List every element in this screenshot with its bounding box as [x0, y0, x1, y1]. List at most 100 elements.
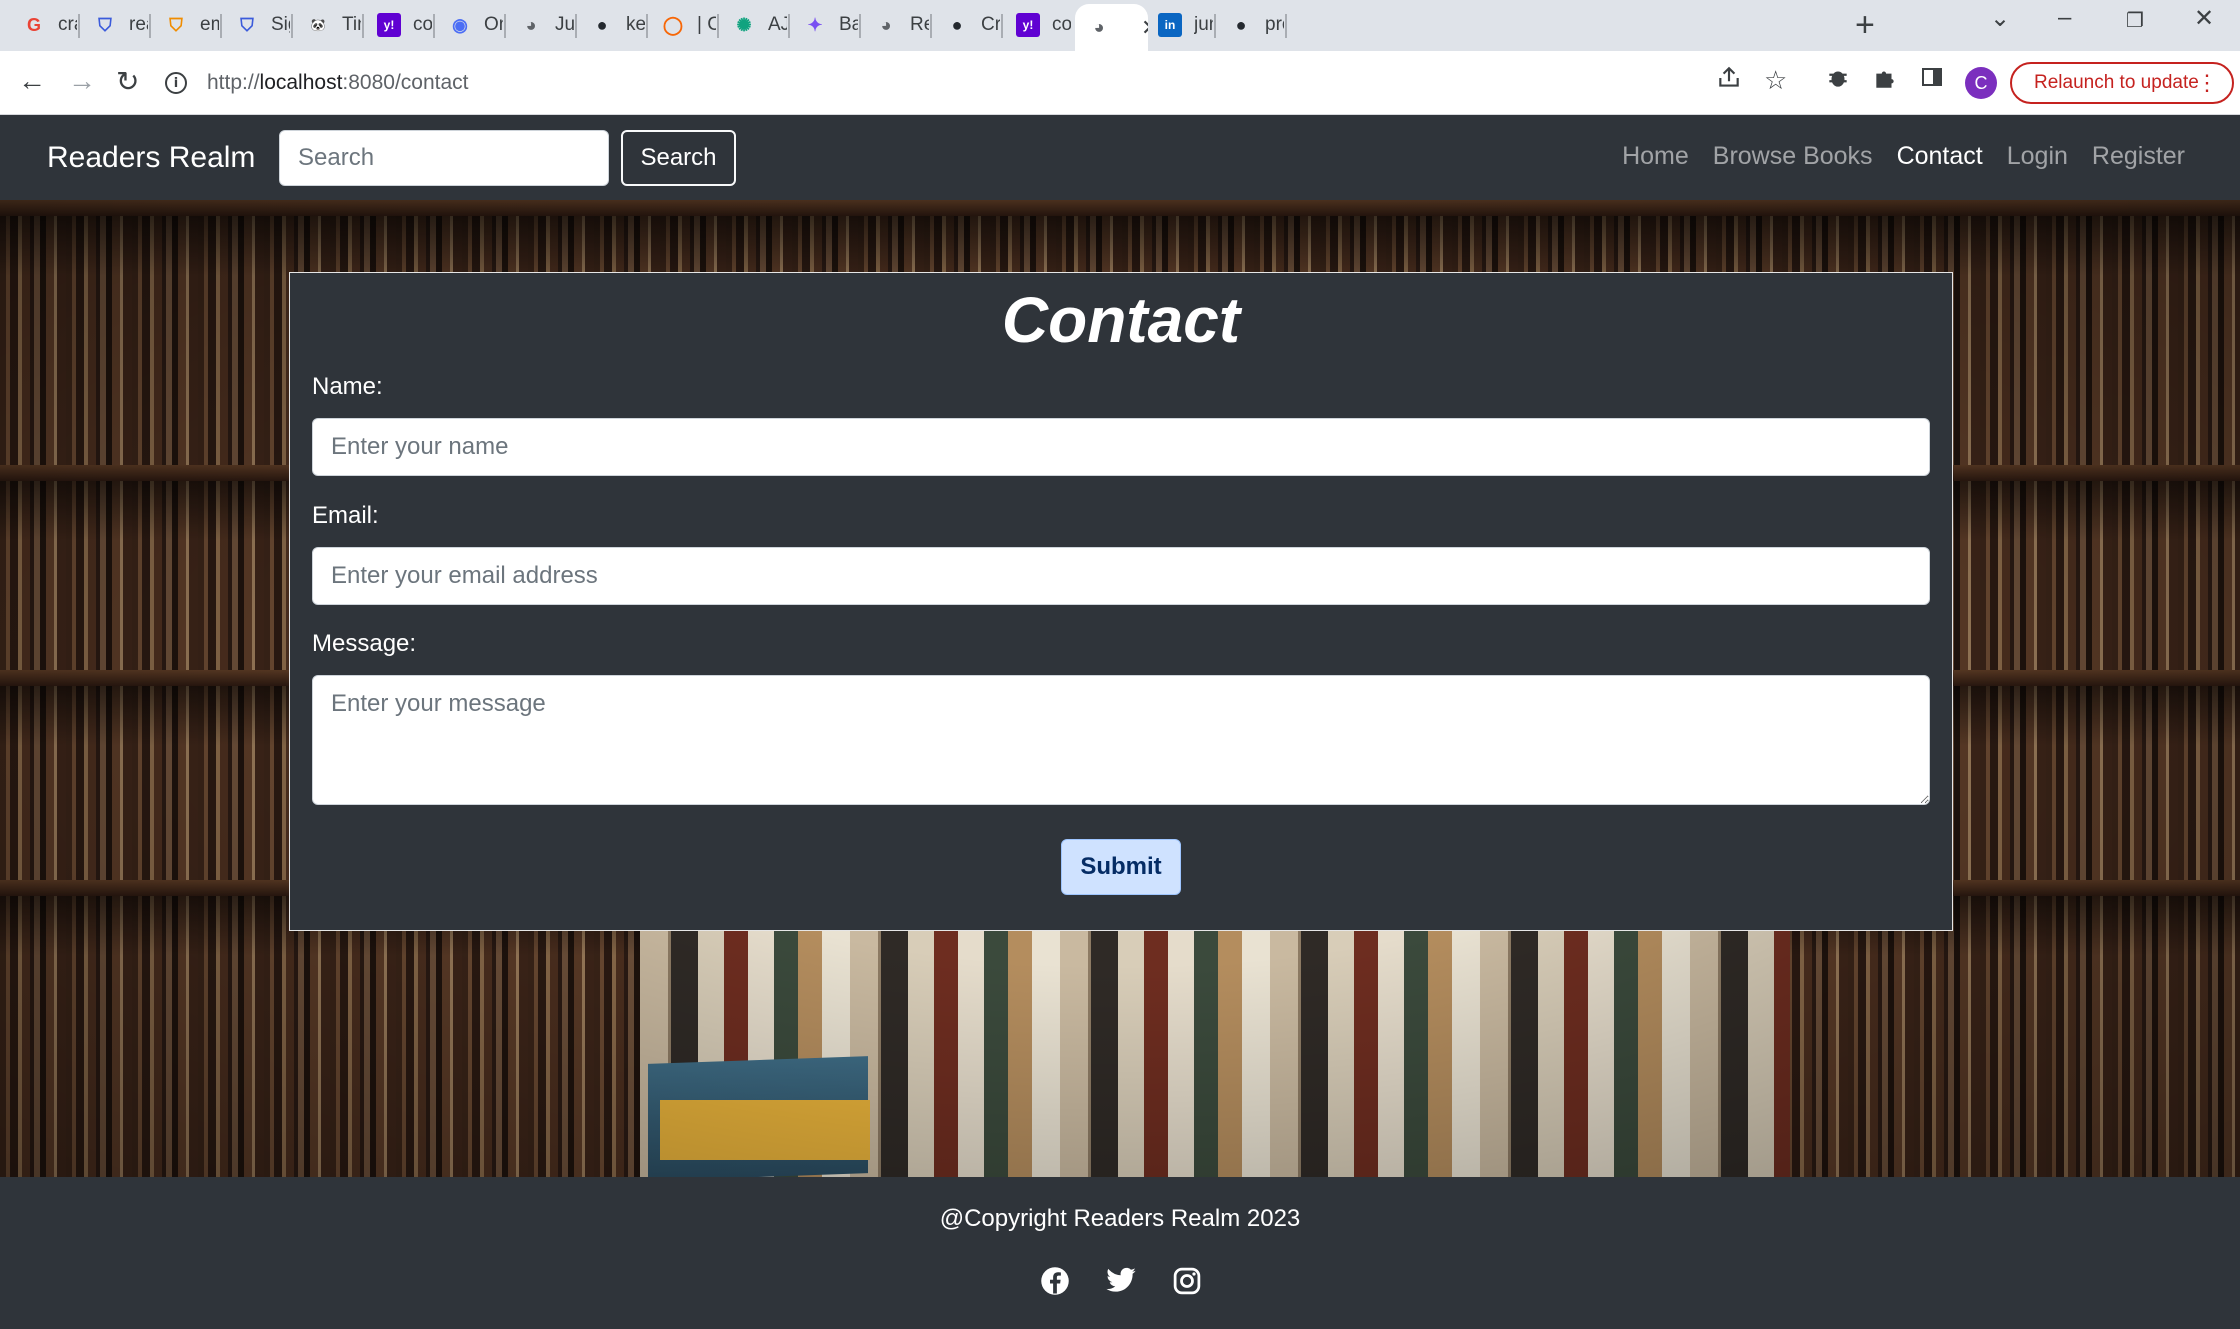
browser-tab[interactable]: ● kera: [578, 7, 645, 43]
circle-arrow-icon: ◉: [452, 14, 468, 35]
browser-tab[interactable]: ◯ | Cod: [649, 7, 716, 43]
profile-avatar[interactable]: C: [1965, 67, 1997, 99]
relaunch-button[interactable]: Relaunch to update ⋮: [2010, 62, 2234, 104]
linkedin-icon: in: [1158, 13, 1182, 37]
side-panel-icon[interactable]: [1920, 65, 1944, 96]
browser-tab[interactable]: ● Craig: [933, 7, 1000, 43]
browser-tab[interactable]: y! codir: [1004, 7, 1071, 43]
tab-title: AJAX: [768, 14, 787, 35]
tab-search-chevron-icon[interactable]: ⌄: [1990, 4, 2010, 33]
browser-tab[interactable]: y! conv: [365, 7, 432, 43]
sparkle-icon: ✦: [807, 14, 823, 35]
close-window-button[interactable]: ✕: [2194, 4, 2214, 33]
browser-tab[interactable]: ✺ AJAX: [720, 7, 787, 43]
github-icon: ●: [1235, 14, 1247, 35]
tab-separator: [433, 14, 435, 38]
social-links: [1039, 1265, 1203, 1297]
browser-tab[interactable]: ◕ Read: [862, 7, 929, 43]
nav-link-browse-books[interactable]: Browse Books: [1713, 142, 1873, 171]
restore-button[interactable]: ❐: [2126, 8, 2144, 33]
nav-link-contact[interactable]: Contact: [1897, 142, 1983, 171]
email-label: Email:: [312, 502, 379, 529]
tab-separator: [717, 14, 719, 38]
tab-title: | Cod: [697, 14, 716, 35]
browser-tab[interactable]: ✦ Bard: [791, 7, 858, 43]
instagram-icon[interactable]: [1171, 1265, 1203, 1297]
shield-blue-icon: ⛉: [98, 14, 112, 35]
footer: @Copyright Readers Realm 2023: [0, 1177, 2240, 1329]
browser-tab[interactable]: 🐼 TinyP: [294, 7, 361, 43]
openai-icon: ✺: [736, 14, 752, 35]
facebook-icon[interactable]: [1039, 1265, 1071, 1297]
nav-link-login[interactable]: Login: [2007, 142, 2068, 171]
globe-icon: ◕: [1093, 17, 1105, 37]
browser-tab[interactable]: ● proje: [1217, 7, 1284, 43]
address-bar[interactable]: i http://localhost:8080/contact: [165, 60, 1715, 106]
site-info-icon[interactable]: i: [165, 72, 187, 94]
tab-title: conv: [413, 14, 432, 35]
extensions-puzzle-icon[interactable]: [1872, 65, 1898, 98]
tab-title: Bard: [839, 14, 858, 35]
browser-tab[interactable]: ◕ Just a: [507, 7, 574, 43]
browser-tab[interactable]: injunio: [1146, 7, 1213, 43]
submit-button[interactable]: Submit: [1061, 839, 1181, 895]
tab-title: kera: [626, 14, 645, 35]
nav-link-register[interactable]: Register: [2092, 142, 2185, 171]
name-label: Name:: [312, 373, 383, 400]
tab-title: Read: [910, 14, 929, 35]
kebab-menu-icon[interactable]: ⋮: [2196, 70, 2218, 96]
tab-separator: [930, 14, 932, 38]
browser-tab[interactable]: Gcraig: [10, 7, 77, 43]
browser-tab[interactable]: ⛉ reade: [81, 7, 148, 43]
tab-separator: [1214, 14, 1216, 38]
browser-tab[interactable]: ⛉ Sign: [223, 7, 290, 43]
browser-tab-strip: Gcraig ⛉ reade ⛉ email ⛉ Sign 🐼 TinyP y! conv ◉ Onli…: [0, 0, 2240, 51]
yahoo-icon: y!: [1016, 13, 1040, 37]
nav-links: Home Browse Books Contact Login Register: [1598, 142, 2185, 171]
browser-tab[interactable]: ◉ Onlin: [436, 7, 503, 43]
tab-separator: [504, 14, 506, 38]
url-text[interactable]: http://localhost:8080/contact: [207, 71, 469, 95]
back-arrow-icon[interactable]: ←: [18, 65, 46, 97]
tab-separator: [575, 14, 577, 38]
nav-link-home[interactable]: Home: [1622, 142, 1689, 171]
panda-icon: 🐼: [310, 18, 326, 32]
email-field[interactable]: [312, 547, 1930, 605]
reload-icon[interactable]: ↻: [116, 65, 139, 98]
github-icon: ●: [951, 14, 963, 35]
shield-blue-icon: ⛉: [240, 14, 254, 35]
relaunch-label: Relaunch to update: [2034, 72, 2199, 93]
browser-tab[interactable]: ⛉ email: [152, 7, 219, 43]
bookmark-star-icon[interactable]: ☆: [1764, 65, 1787, 96]
new-tab-button[interactable]: +: [1855, 6, 1875, 45]
tab-title: reade: [129, 14, 148, 35]
tab-separator: [646, 14, 648, 38]
browser-tab[interactable]: ◕F✕: [1075, 4, 1148, 51]
twitter-icon[interactable]: [1105, 1265, 1137, 1297]
tab-separator: [859, 14, 861, 38]
tab-separator: [149, 14, 151, 38]
tab-title: Sign: [271, 14, 290, 35]
forward-arrow-icon[interactable]: →: [68, 65, 96, 97]
bug-extension-icon[interactable]: [1825, 65, 1851, 98]
message-field[interactable]: [312, 675, 1930, 805]
tab-title: codir: [1052, 14, 1071, 35]
message-label: Message:: [312, 630, 417, 657]
tab-separator: [1285, 14, 1287, 38]
tab-separator: [788, 14, 790, 38]
globe-icon: ◕: [880, 14, 892, 35]
search-input[interactable]: [279, 130, 609, 186]
globe-icon: ◕: [525, 14, 537, 35]
tab-title: Craig: [981, 14, 1000, 35]
tab-title: proje: [1265, 14, 1284, 35]
tab-title: craig: [58, 14, 77, 35]
orange-ring-icon: ◯: [662, 14, 684, 35]
name-field[interactable]: [312, 418, 1930, 476]
brand-logo[interactable]: Readers Realm: [47, 141, 255, 175]
tab-separator: [362, 14, 364, 38]
site-navbar: Readers Realm Search Home Browse Books Con…: [0, 115, 2240, 200]
minimize-button[interactable]: –: [2058, 4, 2071, 32]
share-icon[interactable]: [1716, 65, 1742, 98]
tab-separator: [1001, 14, 1003, 38]
search-button[interactable]: Search: [621, 130, 736, 186]
